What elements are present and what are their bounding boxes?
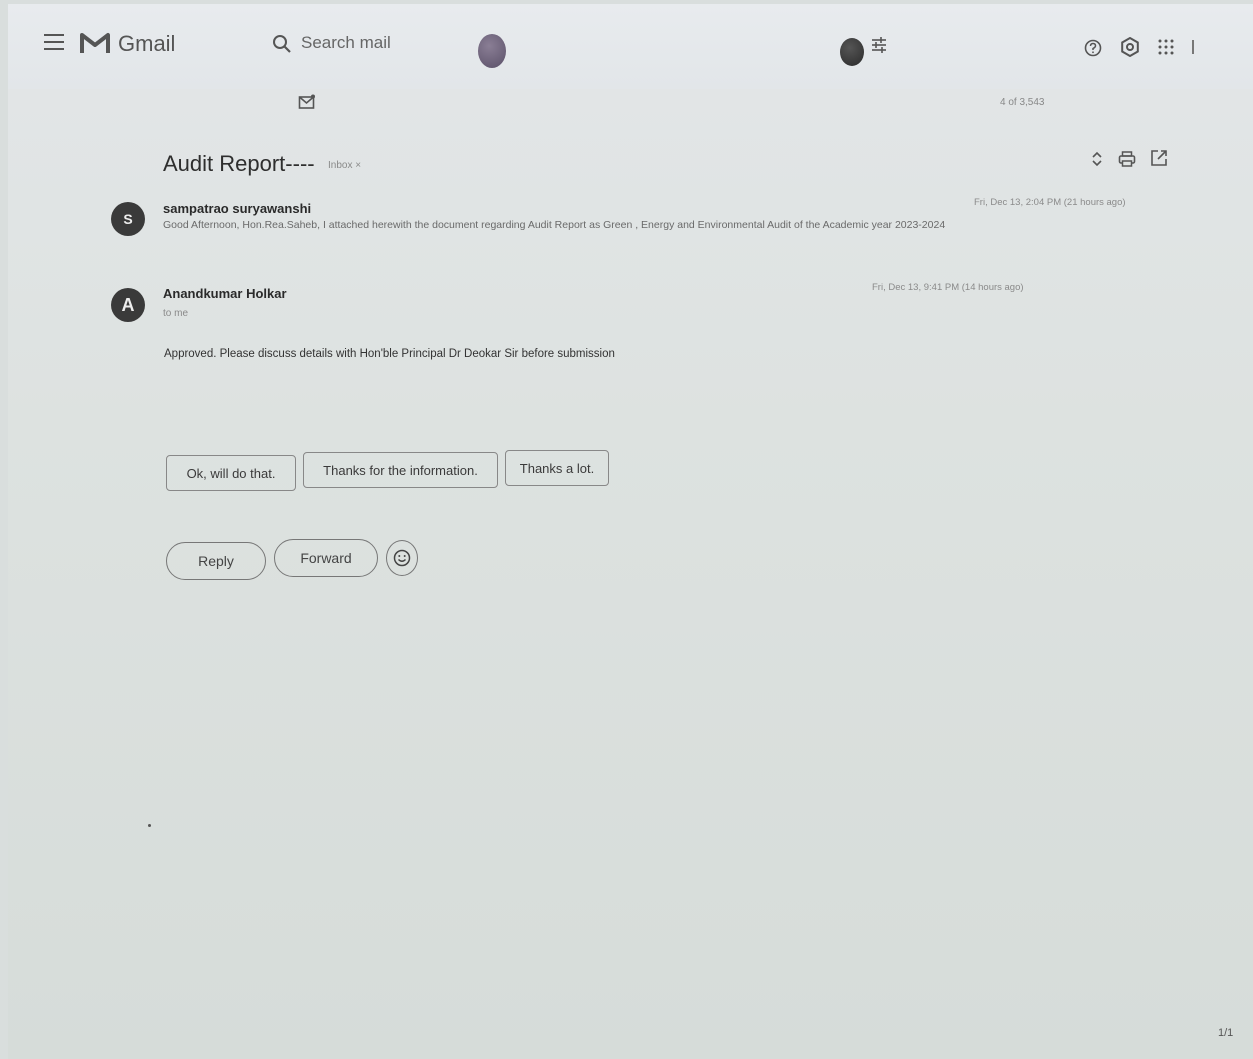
help-icon[interactable] xyxy=(1084,39,1102,57)
sender-name[interactable]: Anandkumar Holkar xyxy=(163,286,287,301)
message-body: Approved. Please discuss details with Ho… xyxy=(164,348,615,360)
printed-page: Gmail Search mail 4 of 3,543 Audit Repor… xyxy=(8,4,1253,1059)
camera-smudge xyxy=(478,34,506,68)
account-edge[interactable] xyxy=(1192,40,1194,54)
gmail-logo-icon[interactable] xyxy=(80,31,110,55)
mark-unread-icon[interactable] xyxy=(298,94,316,110)
reply-button[interactable]: Reply xyxy=(166,542,266,580)
email-subject: Audit Report---- xyxy=(163,151,315,176)
open-in-new-window-icon[interactable] xyxy=(1150,149,1168,167)
gear-icon[interactable] xyxy=(1120,37,1140,57)
smart-reply-button[interactable]: Thanks for the information. xyxy=(303,452,498,488)
avatar[interactable]: A xyxy=(111,288,145,322)
apps-grid-icon[interactable] xyxy=(1158,39,1174,55)
sender-name[interactable]: sampatrao suryawanshi xyxy=(163,201,311,216)
emoji-reaction-button[interactable] xyxy=(386,540,418,576)
camera-smudge xyxy=(840,38,864,66)
smiley-icon xyxy=(393,549,411,567)
search-icon[interactable] xyxy=(272,34,292,54)
recipient-line[interactable]: to me xyxy=(163,308,188,319)
inbox-label-chip[interactable]: Inbox × xyxy=(328,160,361,171)
message-snippet[interactable]: Good Afternoon, Hon.Rea.Saheb, I attache… xyxy=(163,219,945,231)
app-name: Gmail xyxy=(118,31,176,56)
top-bar: Gmail Search mail xyxy=(8,4,1253,89)
page-number: 1/1 xyxy=(1218,1027,1234,1039)
pager-count: 4 of 3,543 xyxy=(1000,97,1045,108)
print-icon[interactable] xyxy=(1118,150,1136,168)
avatar[interactable]: S xyxy=(111,202,145,236)
menu-icon[interactable] xyxy=(44,34,64,50)
message-date: Fri, Dec 13, 2:04 PM (21 hours ago) xyxy=(974,197,1126,208)
search-options-icon[interactable] xyxy=(870,36,888,54)
expand-collapse-icon[interactable] xyxy=(1091,150,1103,168)
search-input[interactable]: Search mail xyxy=(301,33,391,53)
smart-reply-button[interactable]: Ok, will do that. xyxy=(166,455,296,491)
smart-reply-button[interactable]: Thanks a lot. xyxy=(505,450,609,486)
forward-button[interactable]: Forward xyxy=(274,539,378,577)
message-date: Fri, Dec 13, 9:41 PM (14 hours ago) xyxy=(872,282,1024,293)
paper-speck xyxy=(148,824,151,827)
